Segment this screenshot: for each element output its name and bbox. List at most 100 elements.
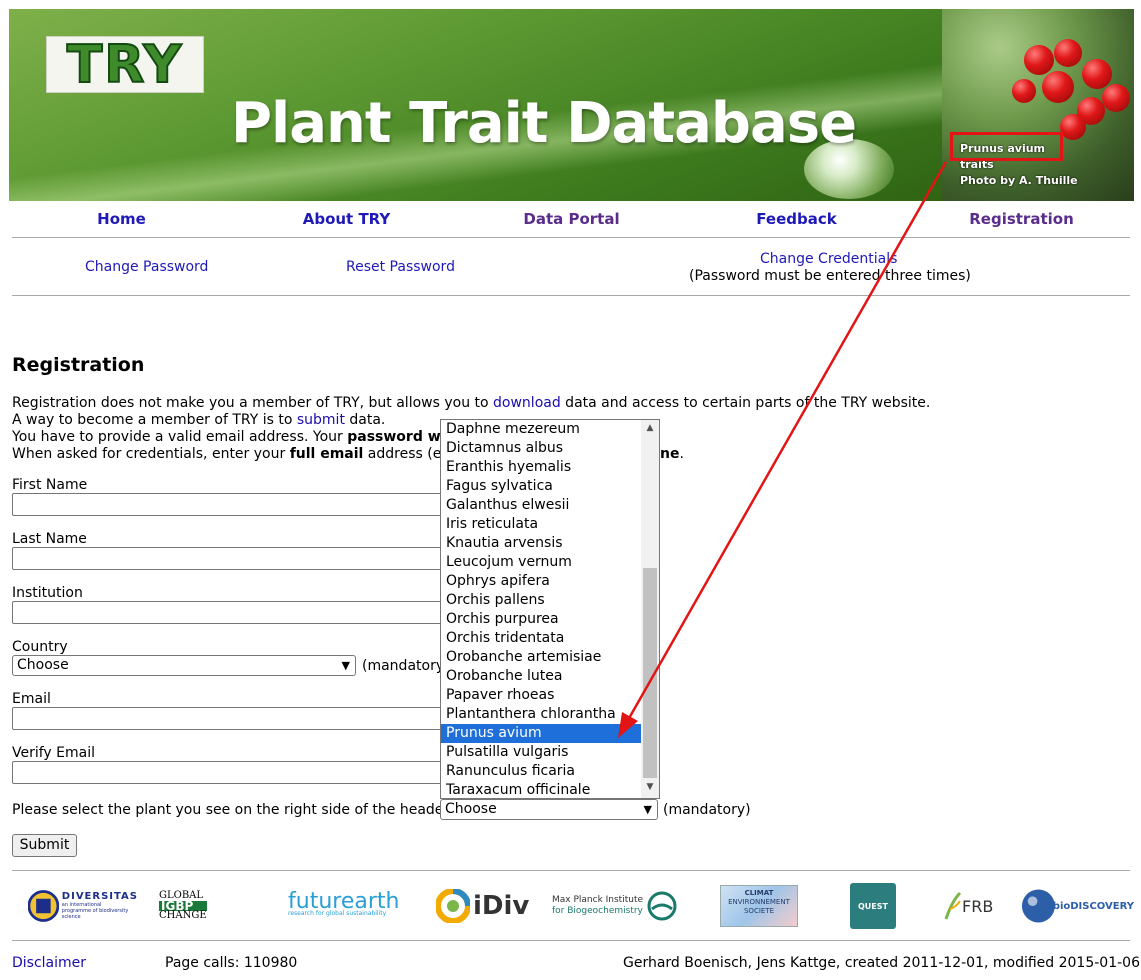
partner-logos: DIVERSITAS an international programme of… bbox=[12, 880, 1134, 932]
quest-logo[interactable]: QUEST bbox=[850, 880, 898, 932]
plant-select-value: Choose bbox=[445, 801, 497, 817]
nav-home[interactable]: Home bbox=[9, 205, 234, 233]
plant-option[interactable]: Fagus sylvatica bbox=[441, 477, 641, 496]
divider bbox=[12, 870, 1130, 871]
plant-option[interactable]: Orchis tridentata bbox=[441, 629, 641, 648]
plant-option[interactable]: Knautia arvensis bbox=[441, 534, 641, 553]
caption-credit: Photo by A. Thuille bbox=[960, 174, 1078, 187]
verify-email-field[interactable] bbox=[12, 761, 452, 784]
submit-link[interactable]: submit bbox=[297, 412, 345, 428]
institution-input[interactable] bbox=[12, 601, 452, 624]
country-select[interactable]: Choose ▼ bbox=[12, 655, 356, 676]
igbp-logo[interactable]: GLOBAL IGBP CHANGE bbox=[159, 880, 259, 932]
intro-line-4: When asked for credentials, enter your f… bbox=[12, 446, 459, 463]
idiv-logo[interactable]: iDiv bbox=[436, 880, 531, 932]
plant-option[interactable]: Dictamnus albus bbox=[441, 439, 641, 458]
reset-password-link[interactable]: Reset Password bbox=[346, 259, 455, 275]
diversitas-logo[interactable]: DIVERSITAS an international programme of… bbox=[28, 880, 138, 932]
site-title: Plant Trait Database bbox=[231, 91, 857, 156]
scroll-down-icon[interactable]: ▼ bbox=[641, 782, 659, 792]
nav-about[interactable]: About TRY bbox=[234, 205, 459, 233]
disclaimer-link[interactable]: Disclaimer bbox=[12, 955, 86, 971]
email-field[interactable] bbox=[12, 707, 452, 730]
quest-name: QUEST bbox=[850, 883, 896, 929]
institution-label: Institution bbox=[12, 585, 83, 601]
divider bbox=[12, 295, 1130, 296]
biodiscovery-logo[interactable]: bioDISCOVERY bbox=[1020, 880, 1134, 932]
logo-text: TRY bbox=[66, 34, 184, 95]
plant-option[interactable]: Galanthus elwesii bbox=[441, 496, 641, 515]
credits: Gerhard Boenisch, Jens Kattge, created 2… bbox=[623, 955, 1140, 971]
plant-option[interactable]: Papaver rhoeas bbox=[441, 686, 641, 705]
plant-option[interactable]: Ranunculus ficaria bbox=[441, 762, 641, 781]
scrollbar[interactable]: ▲ ▼ bbox=[641, 420, 659, 798]
nav-registration[interactable]: Registration bbox=[909, 205, 1134, 233]
plant-option[interactable]: Orobanche lutea bbox=[441, 667, 641, 686]
try-logo[interactable]: TRY bbox=[46, 36, 204, 93]
cherry bbox=[1024, 45, 1054, 75]
climat-line-2: ENVIRONNEMENT bbox=[728, 898, 790, 906]
plant-select[interactable]: Choose ▼ bbox=[440, 799, 658, 820]
plant-option[interactable]: Orobanche artemisiae bbox=[441, 648, 641, 667]
climat-logo[interactable]: CLIMAT ENVIRONNEMENT SOCIETE bbox=[720, 880, 800, 932]
plant-option[interactable]: Pulsatilla vulgaris bbox=[441, 743, 641, 762]
futurearth-name: futurearth bbox=[288, 889, 400, 914]
first-name-label: First Name bbox=[12, 477, 88, 493]
frb-logo[interactable]: FRB bbox=[942, 880, 1002, 932]
plant-option[interactable]: Daphne mezereum bbox=[441, 420, 641, 439]
first-name-input[interactable] bbox=[12, 493, 452, 516]
cherry bbox=[1042, 71, 1074, 103]
max-planck-logo[interactable]: Max Planck Institute for Biogeochemistry bbox=[552, 880, 692, 932]
plant-option[interactable]: Eranthis hyemalis bbox=[441, 458, 641, 477]
intro-text: data and access to certain parts of the … bbox=[560, 395, 931, 411]
intro-text: When asked for credentials, enter your bbox=[12, 446, 290, 462]
main-nav: Home About TRY Data Portal Feedback Regi… bbox=[9, 205, 1134, 233]
intro-bold: ne bbox=[660, 446, 680, 462]
frb-icon bbox=[944, 891, 962, 920]
credentials-note: (Password must be entered three times) bbox=[689, 268, 971, 284]
plant-mandatory-note: (mandatory) bbox=[663, 802, 751, 818]
cherry bbox=[1102, 84, 1130, 112]
intro-line-4-end: ne. bbox=[660, 446, 684, 463]
page-calls: Page calls: 110980 bbox=[165, 955, 298, 971]
last-name-input[interactable] bbox=[12, 547, 452, 570]
plant-option[interactable]: Taraxacum officinale bbox=[441, 781, 641, 798]
verify-email-label: Verify Email bbox=[12, 745, 96, 761]
plant-option[interactable]: Orchis pallens bbox=[441, 591, 641, 610]
idiv-icon bbox=[436, 889, 470, 923]
cherry bbox=[1060, 114, 1086, 140]
page-title: Registration bbox=[12, 354, 145, 376]
nav-feedback[interactable]: Feedback bbox=[684, 205, 909, 233]
climat-line-3: SOCIETE bbox=[743, 907, 775, 915]
chevron-down-icon: ▼ bbox=[341, 659, 350, 672]
intro-text: . bbox=[679, 446, 684, 462]
nav-data-portal[interactable]: Data Portal bbox=[459, 205, 684, 233]
plant-option[interactable]: Orchis purpurea bbox=[441, 610, 641, 629]
plant-option[interactable]: Ophrys apifera bbox=[441, 572, 641, 591]
last-name-label: Last Name bbox=[12, 531, 87, 547]
futurearth-tagline: research for global sustainability bbox=[288, 910, 387, 917]
scroll-thumb[interactable] bbox=[643, 568, 657, 778]
plant-option[interactable]: Prunus avium bbox=[441, 724, 641, 743]
annotation-box bbox=[950, 132, 1063, 161]
header-banner: TRY Plant Trait Database Prunus avium tr… bbox=[9, 9, 1134, 201]
download-link[interactable]: download bbox=[493, 395, 561, 411]
scroll-up-icon[interactable]: ▲ bbox=[641, 423, 659, 433]
intro-line-2: A way to become a member of TRY is to su… bbox=[12, 412, 385, 429]
plant-option[interactable]: Leucojum vernum bbox=[441, 553, 641, 572]
change-password-link[interactable]: Change Password bbox=[85, 259, 208, 275]
plant-dropdown-list[interactable]: Daphne mezereum Dictamnus albus Eranthis h… bbox=[440, 419, 660, 799]
frb-name: FRB bbox=[962, 896, 994, 916]
futurearth-logo[interactable]: futurearth research for global sustainab… bbox=[288, 880, 403, 932]
intro-text: You have to provide a valid email addres… bbox=[12, 429, 348, 445]
cherry bbox=[1012, 79, 1036, 103]
cherry bbox=[1054, 39, 1082, 67]
plant-option[interactable]: Plantanthera chlorantha bbox=[441, 705, 641, 724]
max-planck-icon bbox=[647, 891, 677, 921]
plant-photo: Prunus avium traits Photo by A. Thuille bbox=[942, 9, 1134, 201]
submit-button[interactable]: Submit bbox=[12, 834, 77, 857]
plant-option[interactable]: Iris reticulata bbox=[441, 515, 641, 534]
change-credentials-link[interactable]: Change Credentials bbox=[760, 251, 897, 267]
divider bbox=[12, 940, 1130, 941]
diversitas-tagline: an international programme of biodiversi… bbox=[61, 902, 129, 920]
